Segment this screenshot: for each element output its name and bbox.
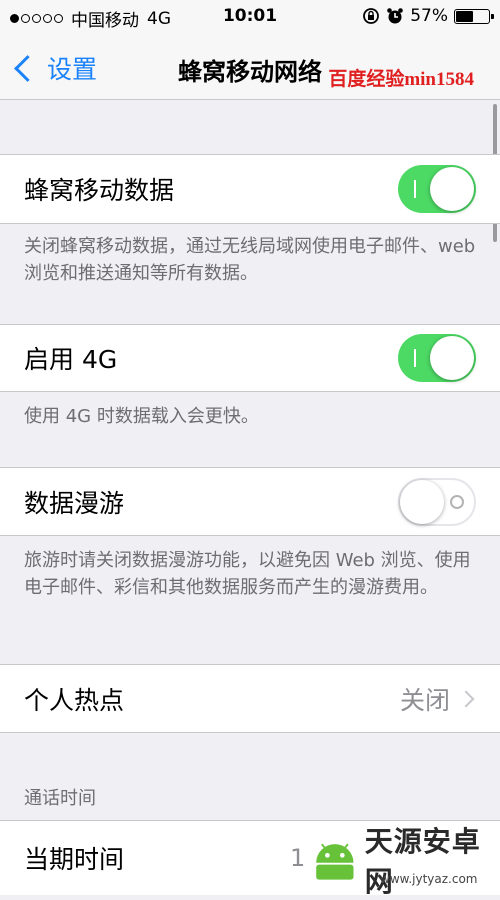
lock-rotation-icon: [363, 8, 380, 24]
cellular-data-label: 蜂窝移动数据: [24, 176, 175, 205]
data-roaming-row: 数据漫游: [0, 467, 500, 536]
battery-level: [456, 10, 474, 22]
personal-hotspot-value: 关闭: [399, 685, 450, 715]
alarm-icon: [387, 8, 404, 24]
current-period-label: 当期时间: [24, 845, 125, 874]
call-time-header: 通话时间: [24, 788, 96, 809]
watermark-text: 百度经验min1584: [328, 69, 474, 90]
battery-icon: [454, 8, 494, 24]
status-right: 57%: [362, 6, 494, 26]
toggle-knob: [430, 336, 474, 380]
site-logo-watermark: 天源安卓网 www.jytyaz.com: [305, 825, 500, 898]
data-roaming-footer: 旅游时请关闭数据漫游功能，以避免因 Web 浏览、使用电子邮件、彩信和其他数据服…: [24, 550, 471, 598]
toggle-knob: [400, 479, 444, 524]
data-roaming-label: 数据漫游: [24, 488, 125, 518]
data-roaming-toggle[interactable]: [398, 477, 476, 526]
status-bar: 中国移动 4G 10:01 57%: [0, 0, 500, 36]
enable-4g-label: 启用 4G: [24, 345, 118, 374]
toggle-on-mark: [414, 180, 416, 198]
toggle-on-mark: [414, 349, 416, 367]
disclosure-chevron-icon: [457, 690, 475, 707]
site-logo-url: www.jytyaz.com: [380, 872, 478, 886]
cellular-data-row: 蜂窝移动数据: [0, 154, 500, 224]
cellular-data-footer: 关闭蜂窝移动数据，通过无线局域网使用电子邮件、web 浏览和推送通知等所有数据。: [24, 236, 476, 284]
toggle-knob: [430, 167, 474, 211]
navigation-bar: 设置 蜂窝移动网络 百度经验min1584: [0, 36, 500, 100]
enable-4g-toggle[interactable]: [398, 334, 476, 382]
android-logo-icon: [316, 843, 354, 880]
personal-hotspot-row[interactable]: 个人热点 关闭: [0, 664, 500, 733]
cellular-data-toggle[interactable]: [398, 165, 476, 213]
battery-percent: 57%: [410, 6, 448, 26]
personal-hotspot-label: 个人热点: [24, 685, 125, 715]
enable-4g-row: 启用 4G: [0, 324, 500, 392]
enable-4g-footer: 使用 4G 时数据载入会更快。: [24, 406, 259, 427]
toggle-off-mark: [450, 494, 464, 509]
site-logo-text: 天源安卓网: [364, 825, 481, 898]
current-period-value: 1: [290, 844, 306, 872]
